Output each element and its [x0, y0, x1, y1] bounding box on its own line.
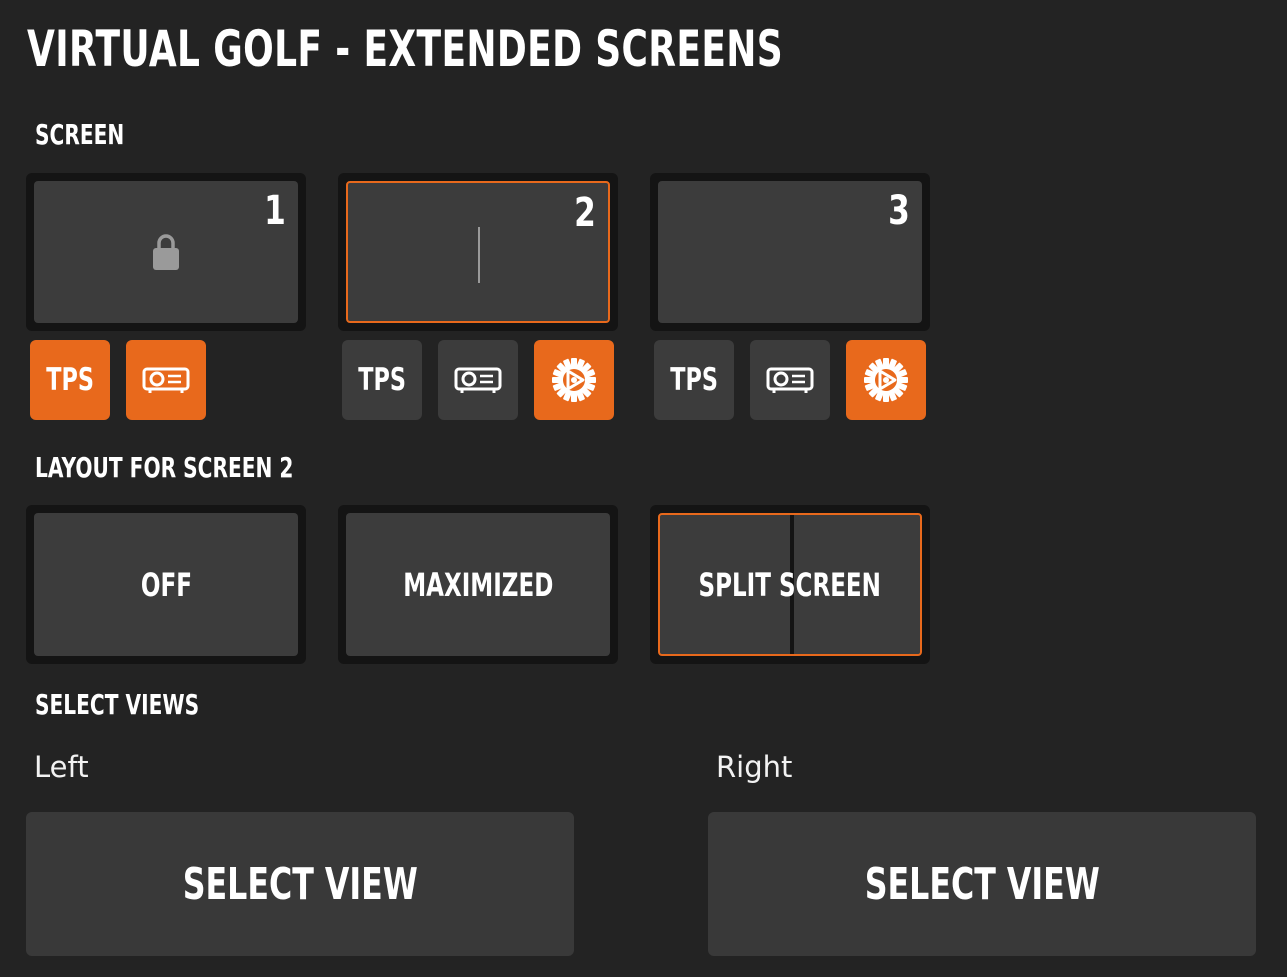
- layout-option-maximized[interactable]: MAXIMIZED: [338, 505, 618, 664]
- screen-preview-2: 2: [346, 181, 610, 323]
- layout-option-panel: OFF: [34, 513, 298, 656]
- layout-section-label: LAYOUT FOR SCREEN 2: [35, 451, 294, 484]
- settings-button-screen-3[interactable]: [846, 340, 926, 420]
- layout-option-label: OFF: [140, 565, 192, 604]
- screen-card-2[interactable]: 2: [338, 173, 618, 331]
- tps-label: TPS: [358, 362, 406, 398]
- views-section-label: SELECT VIEWS: [35, 688, 200, 721]
- tps-button-screen-1[interactable]: TPS: [30, 340, 110, 420]
- gear-icon: [864, 358, 908, 402]
- projector-button-screen-2[interactable]: [438, 340, 518, 420]
- projector-button-screen-3[interactable]: [750, 340, 830, 420]
- select-left-view-button[interactable]: SELECT VIEW: [26, 812, 574, 956]
- tps-label: TPS: [46, 362, 94, 398]
- screen-preview-3: 3: [658, 181, 922, 323]
- screen-card-1[interactable]: 1: [26, 173, 306, 331]
- screen-number: 1: [264, 188, 286, 234]
- layout-option-split-screen[interactable]: SPLIT SCREEN: [650, 505, 930, 664]
- layout-option-panel: MAXIMIZED: [346, 513, 610, 656]
- layout-option-label: MAXIMIZED: [402, 565, 554, 604]
- projector-icon: [142, 367, 190, 393]
- tps-label: TPS: [670, 362, 718, 398]
- tps-button-screen-2[interactable]: TPS: [342, 340, 422, 420]
- gear-icon: [552, 358, 596, 402]
- screen-number: 3: [888, 188, 910, 234]
- layout-option-off[interactable]: OFF: [26, 505, 306, 664]
- screen-preview-1: 1: [34, 181, 298, 323]
- screen-card-3[interactable]: 3: [650, 173, 930, 331]
- select-view-label: SELECT VIEW: [864, 858, 1100, 910]
- settings-button-screen-2[interactable]: [534, 340, 614, 420]
- page-title: VIRTUAL GOLF - EXTENDED SCREENS: [27, 20, 784, 78]
- select-view-label: SELECT VIEW: [182, 858, 418, 910]
- layout-option-panel: SPLIT SCREEN: [658, 513, 922, 656]
- lock-icon: [153, 234, 179, 270]
- select-right-view-button[interactable]: SELECT VIEW: [708, 812, 1256, 956]
- projector-icon: [454, 367, 502, 393]
- layout-option-label: SPLIT SCREEN: [698, 565, 882, 604]
- right-view-label: Right: [716, 750, 793, 784]
- screen-section-label: SCREEN: [35, 118, 125, 151]
- screen-number: 2: [574, 190, 596, 236]
- projector-button-screen-1[interactable]: [126, 340, 206, 420]
- projector-icon: [766, 367, 814, 393]
- split-indicator-line: [478, 227, 480, 283]
- left-view-label: Left: [34, 750, 89, 784]
- tps-button-screen-3[interactable]: TPS: [654, 340, 734, 420]
